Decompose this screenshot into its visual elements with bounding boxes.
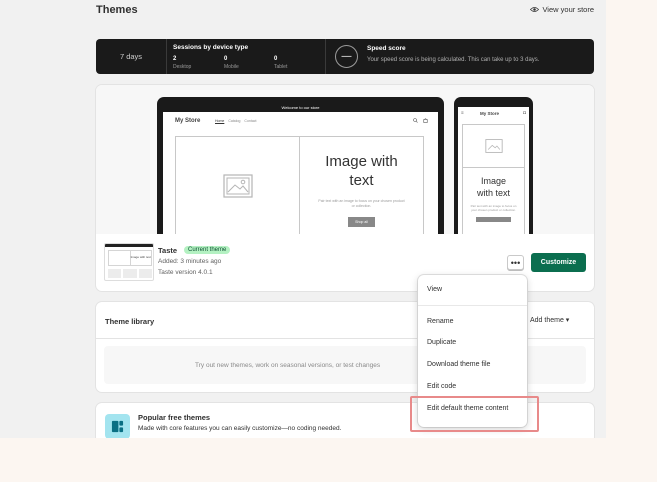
hero-heading-line2: text bbox=[349, 172, 374, 189]
sessions-tablet-value: 0 bbox=[274, 56, 278, 62]
period-selector[interactable]: 7 days bbox=[96, 39, 166, 74]
more-actions-button[interactable]: ••• bbox=[507, 255, 524, 270]
menu-item-download-theme-file[interactable]: Download theme file bbox=[427, 361, 490, 368]
theme-store-icon bbox=[105, 414, 130, 438]
mobile-nav: ≡ My Store ◘ bbox=[458, 109, 529, 119]
sessions-tablet-label: Tablet bbox=[274, 64, 288, 70]
nav-link: Home bbox=[215, 119, 225, 123]
analytics-bar: 7 days Sessions by device type 2 Desktop… bbox=[96, 39, 594, 74]
desktop-preview: Welcome to our store My Store Home Catal… bbox=[157, 97, 444, 234]
speed-score-ring: — bbox=[335, 45, 358, 68]
image-placeholder bbox=[176, 137, 300, 234]
sessions-desktop-value: 2 bbox=[173, 56, 177, 62]
store-logo: My Store bbox=[175, 118, 201, 124]
view-store-label: View your store bbox=[542, 5, 594, 14]
hero-heading-line1: Image with bbox=[325, 153, 398, 170]
bag-icon bbox=[423, 118, 428, 123]
eye-icon bbox=[530, 7, 540, 12]
divider bbox=[325, 39, 326, 74]
popular-themes-subtitle: Made with core features you can easily c… bbox=[138, 425, 342, 432]
customize-button[interactable]: Customize bbox=[531, 253, 586, 272]
menu-icon: ≡ bbox=[461, 110, 464, 115]
desktop-screen: Welcome to our store My Store Home Catal… bbox=[163, 103, 438, 234]
page-title: Themes bbox=[96, 4, 138, 16]
announcement-bar: Welcome to our store bbox=[163, 103, 438, 112]
thumbnail-bar bbox=[105, 244, 153, 247]
mobile-hero-heading-line1: Image bbox=[480, 176, 506, 186]
image-placeholder-icon bbox=[222, 174, 253, 198]
sessions-mobile-value: 0 bbox=[224, 56, 228, 62]
view-store-link[interactable]: View your store bbox=[530, 5, 594, 14]
speed-score-description: Your speed score is being calculated. Th… bbox=[367, 57, 540, 63]
mobile-image-with-text: Image with text Pair text with an image … bbox=[462, 124, 525, 234]
sessions-by-device[interactable]: Sessions by device type 2 Desktop 0 Mobi… bbox=[168, 39, 323, 74]
current-theme-card: Welcome to our store My Store Home Catal… bbox=[96, 85, 594, 291]
menu-item-view[interactable]: View bbox=[427, 286, 442, 293]
speed-score[interactable]: — Speed score Your speed score is being … bbox=[329, 39, 594, 74]
search-icon bbox=[413, 118, 418, 123]
theme-added: Added: 3 minutes ago bbox=[158, 258, 222, 265]
page-header: Themes View your store bbox=[96, 4, 594, 18]
mobile-screen: ≡ My Store ◘ Image with text Pair text w… bbox=[458, 102, 529, 234]
add-theme-button[interactable]: Add theme ▾ bbox=[530, 316, 569, 324]
mobile-hero-heading-line2: with text bbox=[476, 188, 510, 198]
thumbnail-text: Image with text bbox=[130, 255, 151, 259]
menu-item-edit-code[interactable]: Edit code bbox=[427, 383, 456, 390]
menu-item-rename[interactable]: Rename bbox=[427, 318, 453, 325]
sessions-tablet: 0 Tablet bbox=[274, 56, 287, 70]
theme-preview[interactable]: Welcome to our store My Store Home Catal… bbox=[96, 85, 594, 234]
speed-score-title: Speed score bbox=[367, 45, 406, 52]
empty-state-text: Try out new themes, work on seasonal ver… bbox=[195, 362, 381, 369]
hero-button: Shop all bbox=[348, 217, 375, 227]
mobile-hero-button bbox=[476, 217, 511, 222]
divider bbox=[166, 39, 167, 74]
menu-item-duplicate[interactable]: Duplicate bbox=[427, 339, 456, 346]
mobile-image-placeholder bbox=[463, 125, 524, 168]
thumbnail-grid bbox=[108, 269, 152, 278]
theme-thumbnail: Image with text bbox=[104, 243, 154, 281]
hero-body: Pair text with an image to focus on your… bbox=[318, 199, 405, 208]
mobile-announcement-bar bbox=[458, 102, 529, 107]
current-theme-badge: Current theme bbox=[184, 246, 231, 254]
image-with-text-section: Image with text Pair text with an image … bbox=[175, 136, 424, 234]
mobile-hero-text: Image with text Pair text with an image … bbox=[463, 168, 524, 222]
sessions-mobile-label: Mobile bbox=[224, 64, 239, 70]
thumbnail-hero: Image with text bbox=[108, 250, 152, 266]
popular-themes-title: Popular free themes bbox=[138, 413, 211, 422]
layout-icon bbox=[111, 420, 124, 433]
nav-link: Catalog bbox=[228, 119, 241, 123]
store-nav-links: Home Catalog Contact bbox=[215, 119, 256, 123]
nav-link: Contact bbox=[244, 119, 257, 123]
mobile-bag-icon: ◘ bbox=[523, 110, 526, 115]
theme-version: Taste version 4.0.1 bbox=[158, 269, 213, 276]
sessions-desktop: 2 Desktop bbox=[173, 56, 191, 70]
hero-text: Image with text Pair text with an image … bbox=[300, 137, 423, 234]
image-placeholder-icon bbox=[484, 139, 503, 153]
theme-name: Taste bbox=[158, 246, 178, 255]
sessions-mobile: 0 Mobile bbox=[224, 56, 239, 70]
highlight-box bbox=[410, 396, 539, 432]
sessions-title: Sessions by device type bbox=[173, 44, 249, 51]
store-nav-icons bbox=[413, 118, 428, 123]
sessions-desktop-label: Desktop bbox=[173, 64, 192, 70]
theme-library-title: Theme library bbox=[105, 317, 155, 326]
mobile-preview: ≡ My Store ◘ Image with text Pair text w… bbox=[454, 97, 533, 234]
store-nav: My Store Home Catalog Contact bbox=[163, 112, 438, 131]
mobile-store-logo: My Store bbox=[480, 111, 500, 116]
mobile-hero-body: Pair text with an image to focus on your… bbox=[470, 204, 517, 212]
menu-divider bbox=[418, 305, 527, 306]
